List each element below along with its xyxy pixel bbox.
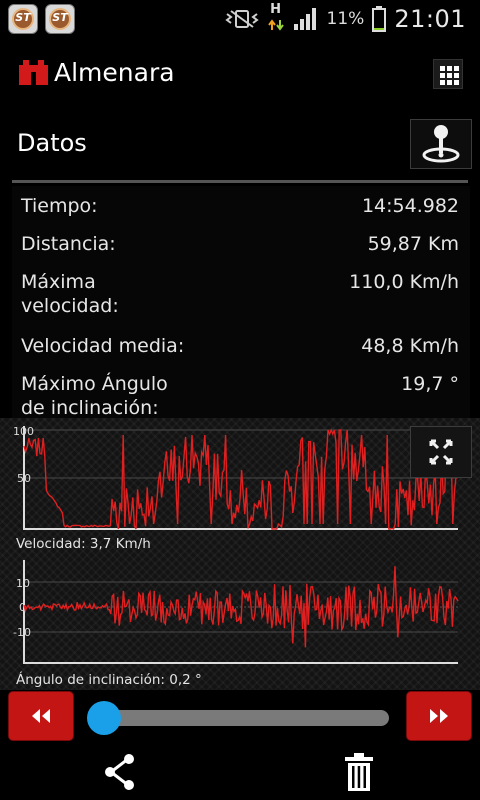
grid-icon — [440, 66, 445, 71]
map-button[interactable] — [410, 119, 472, 169]
stat-value: 110,0 Km/h — [349, 271, 459, 293]
castle-icon — [19, 60, 48, 85]
stat-label: Máxima velocidad: — [21, 271, 119, 317]
fast-forward-button[interactable] — [406, 691, 472, 741]
app-title: Almenara — [54, 58, 175, 87]
stat-label: Máximo Ángulo de inclinación: — [21, 373, 168, 419]
speed-series — [23, 428, 459, 530]
lean-chart: 10 0 -10 — [13, 560, 459, 664]
battery-percent: 11% — [326, 9, 365, 29]
speed-chart: 100 50 — [13, 425, 459, 530]
action-bar: Almenara — [0, 38, 480, 110]
y-tick-label: 10 — [16, 577, 30, 590]
share-button[interactable] — [100, 751, 140, 793]
stat-value: 19,7 ° — [401, 373, 459, 395]
grid-menu-button[interactable] — [433, 59, 463, 89]
playback-controls — [0, 690, 480, 745]
stat-label: Tiempo: — [21, 195, 98, 217]
seek-bar[interactable] — [88, 710, 389, 726]
section-divider — [12, 180, 468, 183]
y-tick-label: -10 — [13, 626, 31, 639]
speed-caption: Velocidad: 3,7 Km/h — [16, 536, 151, 552]
speedtracker-app-icon: ST — [45, 4, 75, 34]
delete-button[interactable] — [341, 751, 377, 795]
rewind-button[interactable] — [8, 691, 74, 741]
y-tick-label: 100 — [13, 425, 34, 438]
graphs-area: 100 50 10 0 -10 — [0, 418, 480, 690]
stat-label: Distancia: — [21, 233, 116, 255]
rewind-icon — [32, 709, 50, 723]
signal-icon — [293, 8, 316, 30]
bottom-bar — [0, 745, 480, 800]
status-bar: ST ST H 11% 21:01 — [0, 0, 480, 38]
seek-thumb[interactable] — [87, 701, 122, 735]
stats-panel: Tiempo: 14:54.982 Distancia: 59,87 Km Má… — [12, 186, 470, 419]
section-title: Datos — [17, 129, 87, 157]
speedtracker-app-icon: ST — [8, 4, 38, 34]
map-pin-icon — [422, 125, 460, 163]
expand-button[interactable] — [410, 426, 472, 478]
stat-value: 48,8 Km/h — [361, 335, 459, 357]
share-icon — [105, 754, 134, 790]
clock: 21:01 — [394, 5, 466, 33]
lean-caption: Ángulo de inclinación: 0,2 ° — [16, 672, 202, 688]
battery-icon — [372, 6, 387, 32]
stat-value: 14:54.982 — [361, 195, 459, 217]
data-transfer-icon: H — [267, 3, 285, 35]
expand-icon — [429, 439, 453, 465]
y-tick-label: 50 — [17, 472, 31, 485]
vibrate-icon — [224, 10, 259, 28]
trash-icon — [345, 753, 373, 791]
stat-label: Velocidad media: — [21, 335, 185, 357]
stat-value: 59,87 Km — [367, 233, 459, 255]
fast-forward-icon — [430, 709, 448, 723]
